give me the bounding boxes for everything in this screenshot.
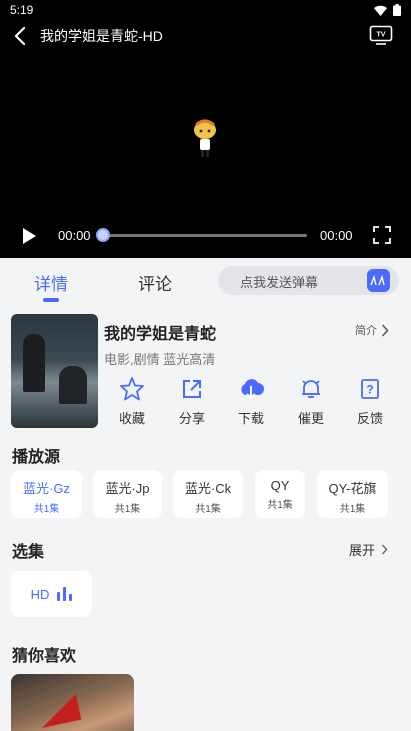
source-count: 共1集	[195, 504, 221, 515]
share-label: 分享	[178, 411, 205, 426]
recommend-title: 猜你喜欢	[12, 648, 77, 665]
source-name: 蓝光·Jp	[105, 481, 150, 496]
remind-update-label: 催更	[297, 411, 324, 426]
source-item[interactable]: 蓝光·Jp 共1集	[93, 470, 162, 518]
intro-label: 简介	[355, 325, 377, 337]
source-item[interactable]: QY 共1集	[255, 470, 305, 518]
source-count: 共1集	[114, 504, 141, 515]
source-count: 共1集	[33, 504, 60, 515]
sources-list: 蓝光·Gz 共1集 蓝光·Jp 共1集 蓝光·Ck 共1集 QY 共1集 QY-…	[11, 470, 411, 518]
tab-detail[interactable]: 详情	[34, 270, 68, 295]
source-count: 共1集	[339, 504, 366, 515]
expand-episodes-button[interactable]: 展开	[349, 540, 388, 559]
source-count: 共1集	[267, 500, 293, 511]
active-tab-indicator	[43, 298, 59, 302]
movie-title: 我的学姐是青蛇	[104, 326, 217, 343]
movie-genre: 电影,剧情 蓝光高清	[104, 352, 216, 367]
download-icon	[241, 379, 264, 400]
source-name: 蓝光·Gz	[23, 481, 70, 496]
loading-mascot-icon	[194, 119, 216, 157]
detail-tabs: 详情 评论 点我发送弹幕	[0, 258, 411, 306]
video-player[interactable]: 5:19 我的学姐是青蛇-HD TV 00:00 00:00	[0, 0, 411, 258]
status-bar: 5:19	[0, 0, 411, 20]
feedback-label: 反馈	[356, 411, 383, 426]
player-controls: 00:00 00:00	[0, 222, 411, 250]
back-button[interactable]	[0, 22, 40, 50]
current-time: 00:00	[58, 228, 91, 243]
danmaku-input[interactable]: 点我发送弹幕	[218, 266, 399, 295]
player-title-bar: 我的学姐是青蛇-HD TV	[0, 22, 411, 50]
tv-cast-icon[interactable]: TV	[369, 24, 393, 46]
star-icon	[120, 377, 144, 401]
episode-label: HD	[30, 586, 50, 602]
chevron-right-icon	[381, 323, 389, 337]
danmaku-send-icon[interactable]	[367, 269, 390, 292]
expand-label: 展开	[349, 543, 376, 558]
episode-item[interactable]: HD	[11, 571, 92, 617]
download-label: 下载	[237, 411, 264, 426]
share-icon	[183, 380, 201, 398]
intro-link[interactable]: 简介	[355, 322, 389, 338]
svg-text:?: ?	[366, 383, 373, 397]
bell-icon	[302, 380, 320, 398]
favorite-button[interactable]: 收藏	[107, 376, 157, 427]
favorite-label: 收藏	[118, 411, 145, 426]
action-bar: 收藏 分享 下载 催更 ? 反馈	[104, 376, 404, 428]
source-item[interactable]: 蓝光·Ck 共1集	[173, 470, 243, 518]
recommend-card[interactable]	[11, 674, 134, 731]
source-name: QY-花旗	[328, 481, 377, 496]
progress-thumb[interactable]	[96, 228, 110, 242]
video-title: 我的学姐是青蛇-HD	[40, 28, 163, 44]
source-item[interactable]: QY-花旗 共1集	[317, 470, 388, 518]
battery-icon	[393, 4, 401, 16]
tab-comment[interactable]: 评论	[138, 270, 172, 295]
wifi-icon	[374, 5, 387, 16]
feedback-button[interactable]: ? 反馈	[345, 376, 395, 427]
status-icons	[374, 4, 401, 16]
movie-poster	[11, 314, 98, 428]
share-button[interactable]: 分享	[167, 376, 217, 427]
back-arrow-icon	[14, 27, 26, 45]
download-button[interactable]: 下载	[226, 376, 276, 427]
status-time: 5:19	[10, 3, 34, 17]
episodes-title: 选集	[12, 544, 45, 561]
svg-text:TV: TV	[377, 32, 386, 39]
fullscreen-icon[interactable]	[373, 226, 391, 244]
remind-update-button[interactable]: 催更	[286, 376, 336, 427]
chevron-right-icon	[382, 544, 388, 555]
play-icon[interactable]	[20, 227, 38, 245]
sources-title: 播放源	[12, 449, 61, 466]
playing-bars-icon	[57, 587, 73, 601]
total-time: 00:00	[320, 228, 353, 243]
source-name: 蓝光·Ck	[184, 481, 232, 496]
progress-track[interactable]	[103, 234, 307, 237]
source-item[interactable]: 蓝光·Gz 共1集	[11, 470, 82, 518]
danmaku-placeholder: 点我发送弹幕	[240, 275, 319, 290]
feedback-icon: ?	[361, 379, 379, 399]
source-name: QY	[270, 478, 290, 493]
